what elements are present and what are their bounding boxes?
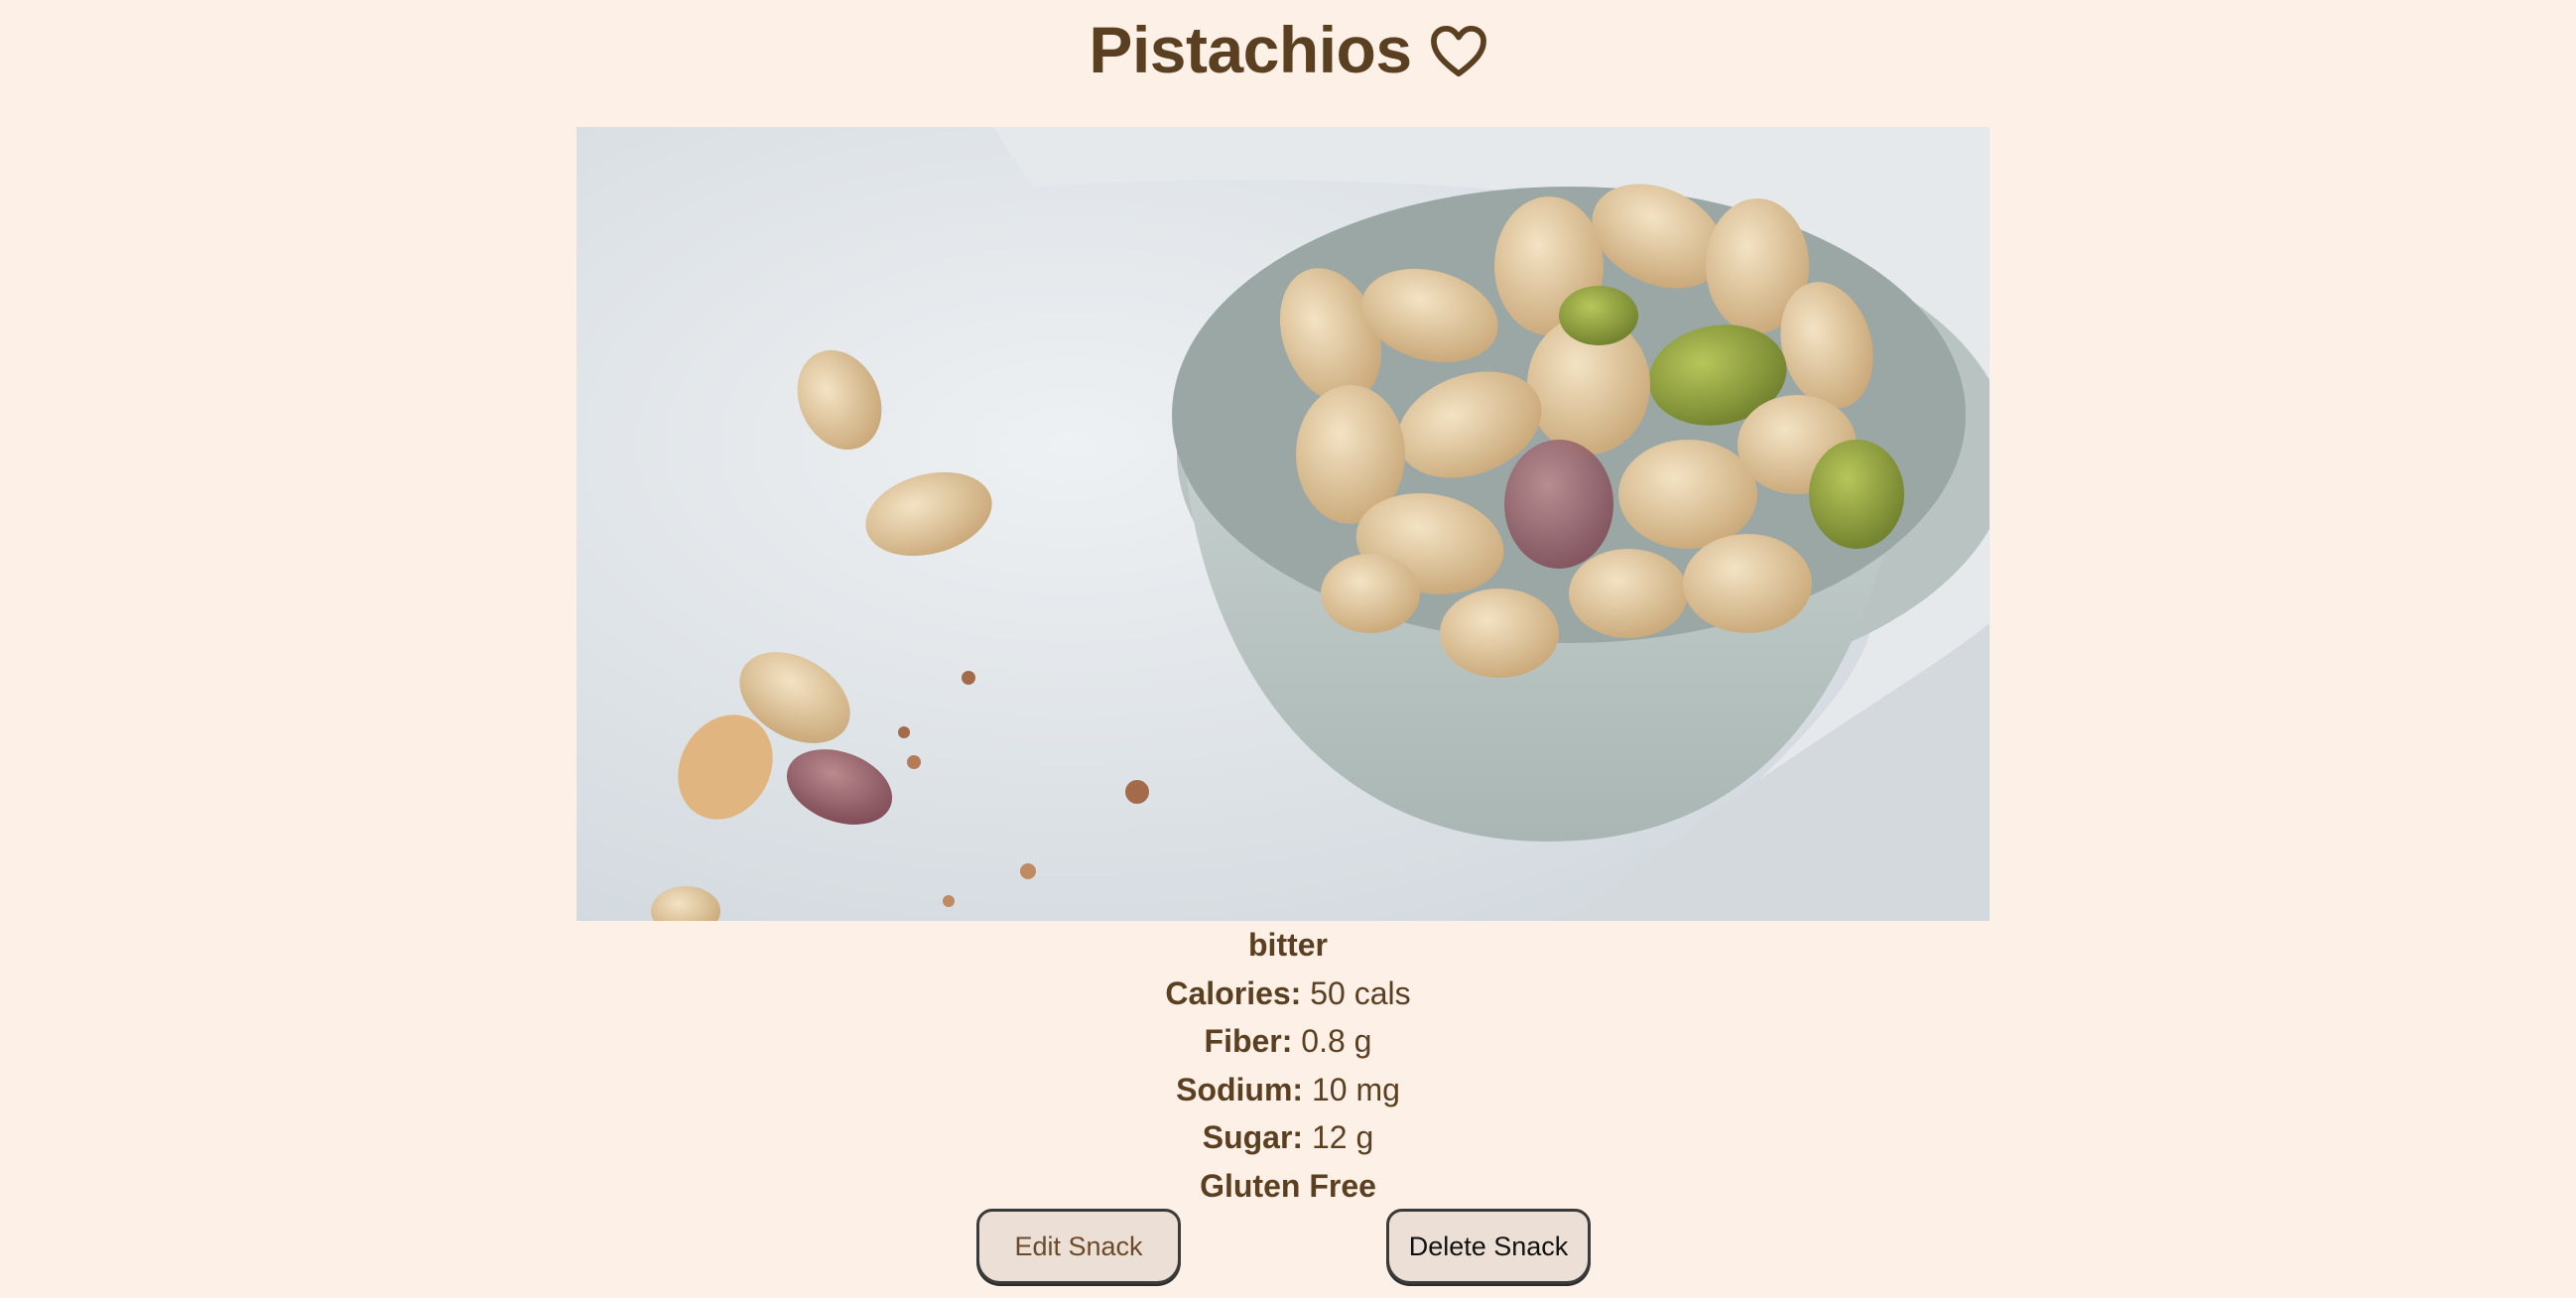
snack-detail-page: Pistachios bitter Calories: 50 cals Fibe… [0,0,2576,1298]
nutrition-sugar: Sugar: 12 g [0,1113,2576,1162]
flavor-text: bitter [1248,927,1328,963]
nutrition-label: Calories: [1165,974,1302,1011]
edit-snack-button[interactable]: Edit Snack [976,1209,1181,1284]
page-title: Pistachios [0,8,2576,91]
nutrition-label: Sodium: [1176,1071,1304,1107]
gluten-free-tag: Gluten Free [1200,1167,1376,1204]
nutrition-label: Fiber: [1204,1023,1293,1059]
snack-image [577,127,1990,921]
heart-icon[interactable] [1430,25,1487,78]
nutrition-value: 0.8 g [1301,1023,1372,1059]
nutrition-fiber: Fiber: 0.8 g [0,1017,2576,1066]
nutrition-calories: Calories: 50 cals [0,970,2576,1018]
nutrition-value: 12 g [1311,1119,1374,1155]
nutrition-value: 50 cals [1310,974,1411,1011]
delete-snack-button[interactable]: Delete Snack [1386,1209,1591,1284]
nutrition-sodium: Sodium: 10 mg [0,1066,2576,1114]
snack-details: bitter Calories: 50 cals Fiber: 0.8 g So… [0,921,2576,1210]
snack-name: Pistachios [1089,13,1412,86]
nutrition-label: Sugar: [1202,1119,1304,1155]
nutrition-value: 10 mg [1311,1071,1400,1107]
